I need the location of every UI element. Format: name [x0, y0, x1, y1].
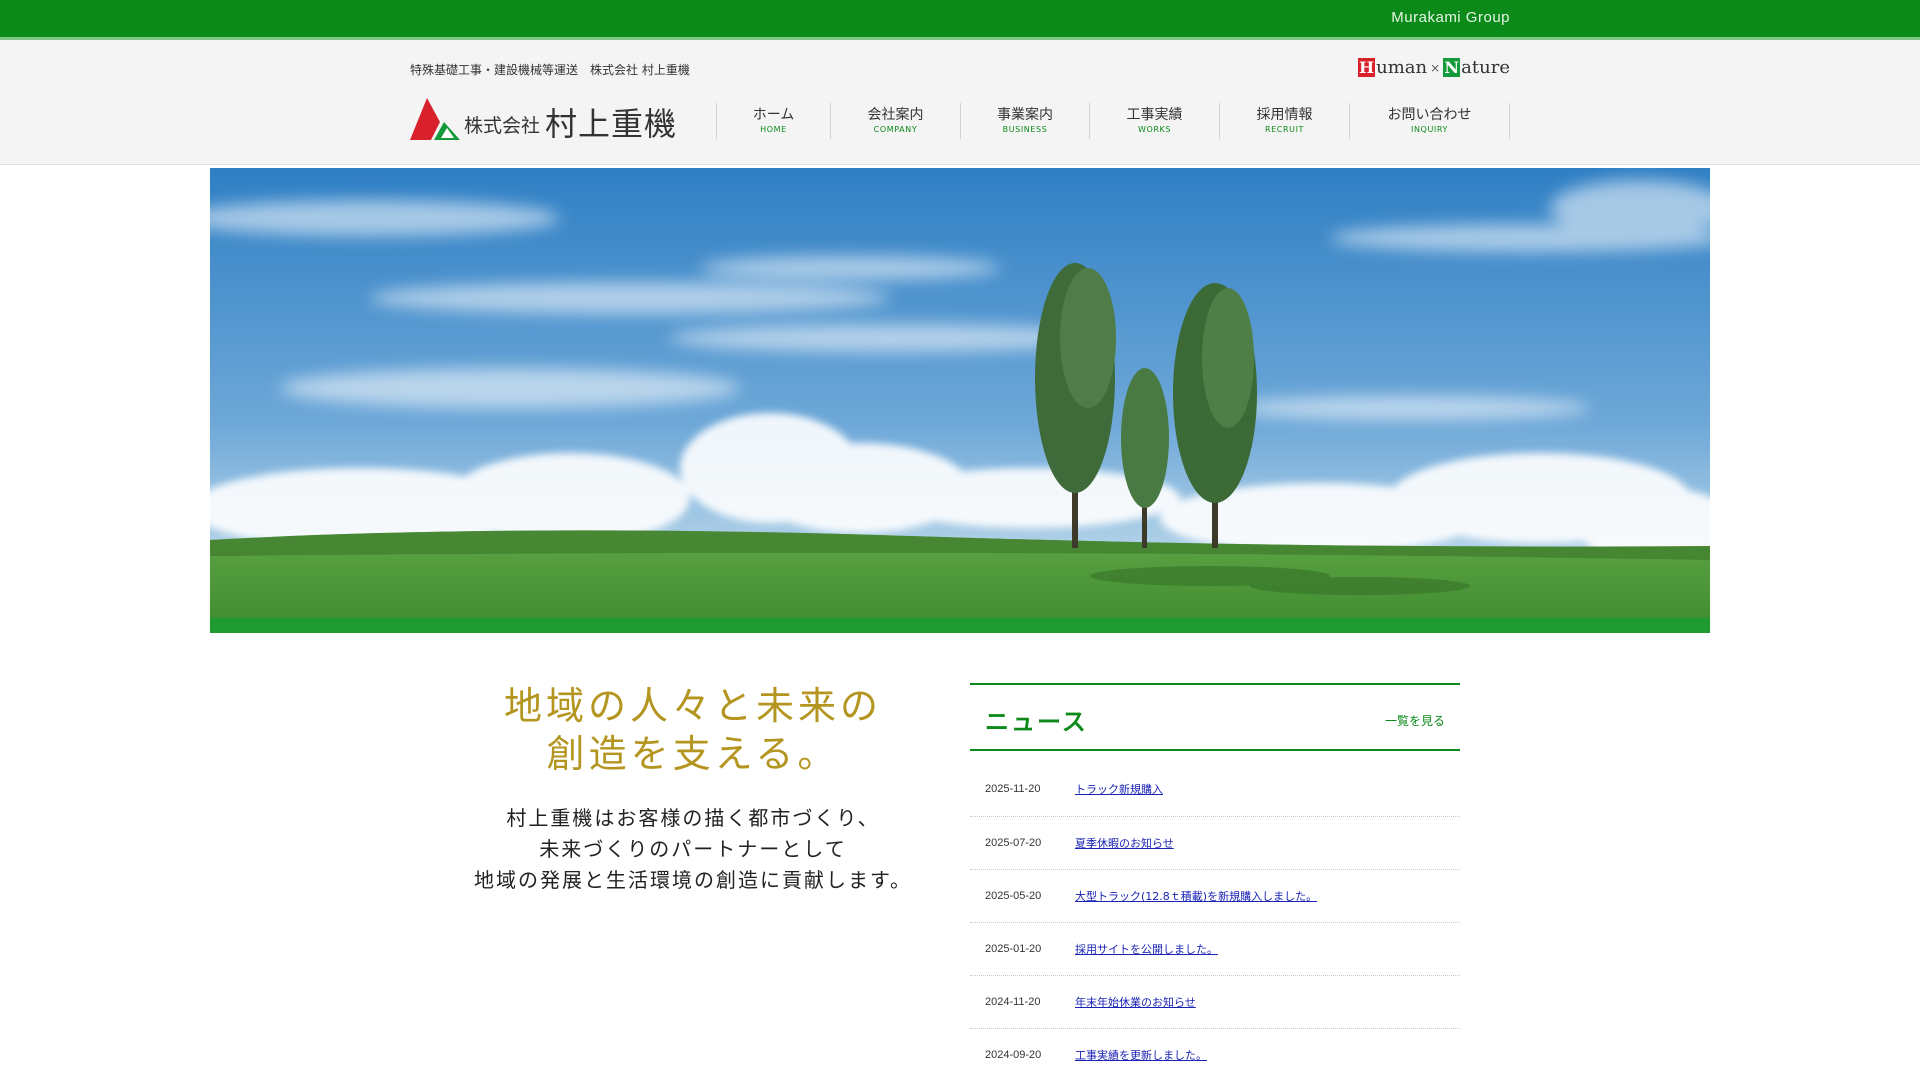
news-date: 2025-05-20	[985, 890, 1042, 902]
nav-label-en: RECRUIT	[1264, 124, 1305, 134]
nav-label-jp: 工事実績	[1126, 106, 1183, 123]
logo-kabushiki-text: 株式会社	[464, 115, 541, 137]
news-date: 2024-09-20	[985, 1049, 1042, 1061]
lead-line: 村上重機はお客様の描く都市づくり、	[506, 806, 880, 830]
header-tagline: 特殊基礎工事・建設機械等運送 株式会社 村上重機	[410, 63, 690, 77]
news-item: 2025-07-20 夏季休暇のお知らせ	[970, 817, 1460, 870]
nav-label-en: INQUIRY	[1411, 124, 1448, 134]
news-title-link[interactable]: 年末年始休業のお知らせ	[1075, 994, 1196, 1010]
nav-item-inquiry[interactable]: お問い合わせ INQUIRY	[1349, 103, 1509, 139]
global-nav: ホーム HOME 会社案内 COMPANY 事業案内 BUSINESS 工事実績…	[716, 103, 1510, 139]
site-header: 特殊基礎工事・建設機械等運送 株式会社 村上重機 H uman × N atur…	[0, 40, 1920, 165]
news-title-link[interactable]: 採用サイトを公開しました。	[1075, 941, 1218, 957]
nav-label-en: BUSINESS	[1002, 124, 1048, 134]
nav-label-en: HOME	[760, 124, 787, 134]
human-nature-slogan: H uman × N ature	[1358, 57, 1510, 78]
nav-label-jp: 採用情報	[1256, 106, 1313, 123]
nav-item-business[interactable]: 事業案内 BUSINESS	[960, 103, 1089, 139]
nav-item-works[interactable]: 工事実績 WORKS	[1089, 103, 1219, 139]
hero-landscape-illustration	[210, 168, 1710, 633]
news-item: 2025-11-20 トラック新規購入	[970, 751, 1460, 817]
news-title-link[interactable]: トラック新規購入	[1075, 781, 1163, 797]
nav-label-jp: 事業案内	[997, 106, 1053, 123]
news-header: ニュース 一覧を見る	[970, 683, 1460, 751]
news-title: ニュース	[985, 708, 1088, 736]
news-title-link[interactable]: 大型トラック(12.8ｔ積載)を新規購入しました。	[1075, 888, 1317, 904]
slogan-nature-text: ature	[1461, 57, 1510, 78]
news-item: 2025-01-20 採用サイトを公開しました。	[970, 923, 1460, 976]
nav-label-jp: ホーム	[752, 106, 795, 123]
intro-lead-text: 村上重機はお客様の描く都市づくり、 未来づくりのパートナーとして 地域の発展と生…	[400, 803, 986, 896]
nav-label-en: WORKS	[1137, 124, 1172, 134]
intro-catchphrase: 地域の人々と未来の 創造を支える。	[400, 682, 986, 778]
nav-label-jp: 会社案内	[867, 106, 924, 123]
nav-item-recruit[interactable]: 採用情報 RECRUIT	[1219, 103, 1349, 139]
lead-line: 地域の発展と生活環境の創造に貢献します。	[474, 868, 912, 892]
site-logo[interactable]: 株式会社 村上重機	[410, 95, 677, 140]
slogan-times: ×	[1430, 60, 1441, 75]
nav-label-en: COMPANY	[873, 124, 918, 134]
nav-item-home[interactable]: ホーム HOME	[716, 103, 830, 139]
group-bar: Murakami Group	[0, 0, 1920, 37]
news-title-link[interactable]: 夏季休暇のお知らせ	[1075, 835, 1174, 851]
news-item: 2025-05-20 大型トラック(12.8ｔ積載)を新規購入しました。	[970, 870, 1460, 923]
catchphrase-line: 地域の人々と未来の	[503, 684, 882, 728]
news-date: 2025-01-20	[985, 943, 1042, 955]
news-view-all-link[interactable]: 一覧を見る	[1385, 712, 1445, 729]
logo-mark-icon	[410, 98, 460, 140]
news-title-link[interactable]: 工事実績を更新しました。	[1075, 1047, 1207, 1063]
slogan-n-letter: N	[1443, 58, 1461, 77]
lead-line: 未来づくりのパートナーとして	[539, 837, 847, 861]
news-date: 2025-11-20	[985, 782, 1041, 795]
nav-item-company[interactable]: 会社案内 COMPANY	[830, 103, 960, 139]
murakami-group-link[interactable]: Murakami Group	[1391, 9, 1510, 26]
logo-company-name: 村上重機	[545, 105, 678, 143]
slogan-h-letter: H	[1358, 58, 1376, 77]
news-item: 2024-09-20 工事実績を更新しました。	[970, 1029, 1460, 1080]
news-section: ニュース 一覧を見る 2025-11-20 トラック新規購入 2025-07-2…	[970, 683, 1460, 1080]
catchphrase-line: 創造を支える。	[546, 732, 840, 776]
news-list: 2025-11-20 トラック新規購入 2025-07-20 夏季休暇のお知らせ…	[970, 751, 1460, 1080]
slogan-human-text: uman	[1376, 57, 1428, 78]
nav-label-jp: お問い合わせ	[1387, 106, 1472, 123]
news-date: 2024-11-20	[985, 996, 1041, 1008]
news-item: 2024-11-20 年末年始休業のお知らせ	[970, 976, 1460, 1029]
news-date: 2025-07-20	[985, 837, 1042, 849]
hero-landscape-image	[210, 168, 1710, 633]
